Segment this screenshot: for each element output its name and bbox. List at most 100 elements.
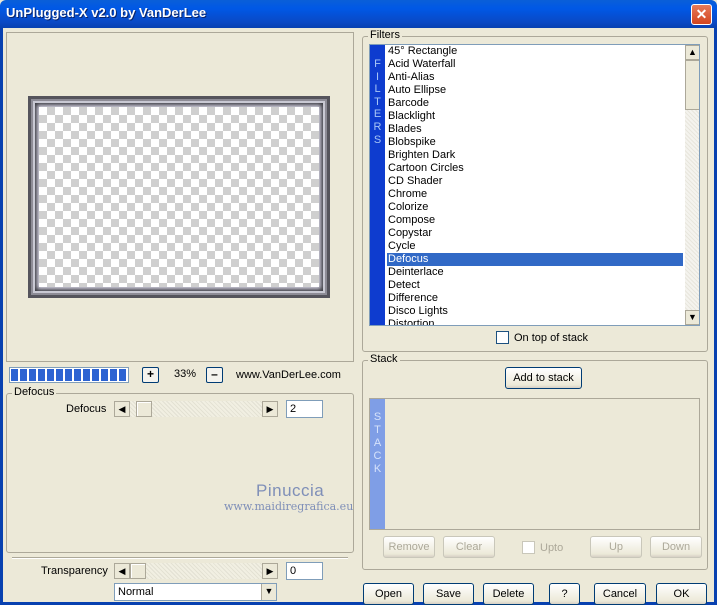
- scroll-up-button[interactable]: ▲: [685, 45, 699, 60]
- side-letter: T: [374, 95, 381, 108]
- remove-button[interactable]: Remove: [383, 536, 435, 558]
- progress-fill: [11, 369, 127, 381]
- side-letter: A: [373, 437, 382, 449]
- filter-item[interactable]: Disco Lights: [387, 305, 683, 318]
- save-button[interactable]: Save: [423, 583, 474, 605]
- filter-item[interactable]: Cycle: [387, 240, 683, 253]
- filter-item[interactable]: Brighten Dark: [387, 149, 683, 162]
- slider-thumb[interactable]: [130, 563, 146, 579]
- blend-mode-select[interactable]: Normal ▼: [114, 583, 277, 601]
- filter-item[interactable]: Detect: [387, 279, 683, 292]
- filter-item[interactable]: Defocus: [387, 253, 683, 266]
- delete-button[interactable]: Delete: [483, 583, 534, 605]
- arrow-right-icon: ▶: [266, 566, 274, 576]
- separator: [12, 557, 348, 559]
- preview-image[interactable]: [28, 96, 330, 298]
- filter-item[interactable]: CD Shader: [387, 175, 683, 188]
- filter-item[interactable]: Chrome: [387, 188, 683, 201]
- filters-items[interactable]: 45° Rectangle Acid Waterfall Anti-Alias Aut…: [387, 45, 683, 325]
- slider-thumb[interactable]: [136, 401, 152, 417]
- filter-item[interactable]: Copystar: [387, 227, 683, 240]
- on-top-of-stack-checkbox[interactable]: [496, 331, 509, 344]
- side-letter: L: [374, 83, 381, 96]
- defocus-slider[interactable]: ◀ ▶: [114, 401, 278, 417]
- filter-item[interactable]: Difference: [387, 292, 683, 305]
- minus-icon: –: [211, 367, 218, 381]
- window-title: UnPlugged-X v2.0 by VanDerLee: [6, 5, 207, 20]
- side-letter: S: [373, 133, 382, 146]
- filter-item[interactable]: Cartoon Circles: [387, 162, 683, 175]
- dropdown-arrow[interactable]: ▼: [261, 584, 276, 600]
- watermark-url: www.maidiregrafica.eu: [224, 500, 354, 513]
- filter-item[interactable]: 45° Rectangle: [387, 45, 683, 58]
- filter-item[interactable]: Acid Waterfall: [387, 58, 683, 71]
- stack-group-label: Stack: [368, 353, 400, 365]
- plus-icon: +: [146, 367, 154, 381]
- side-letter: F: [374, 58, 381, 70]
- zoom-level: 33%: [173, 368, 197, 380]
- side-letter: C: [373, 450, 382, 462]
- filters-list[interactable]: FILTERS 45° Rectangle Acid Waterfall Anti-…: [369, 44, 700, 326]
- progress-bar: [9, 367, 129, 383]
- close-icon: ✕: [695, 6, 708, 22]
- zoom-in-button[interactable]: +: [142, 367, 159, 383]
- filter-item[interactable]: Auto Ellipse: [387, 84, 683, 97]
- filters-group-label: Filters: [368, 29, 402, 41]
- arrow-down-icon: ▼: [688, 312, 697, 322]
- zoom-out-button[interactable]: –: [206, 367, 223, 383]
- filters-scrollbar[interactable]: ▲ ▼: [685, 45, 699, 325]
- up-button[interactable]: Up: [590, 536, 642, 558]
- arrow-left-icon: ◀: [118, 566, 126, 576]
- arrow-up-icon: ▲: [688, 47, 697, 57]
- website-link[interactable]: www.VanDerLee.com: [236, 369, 341, 381]
- stack-list[interactable]: STACK: [369, 398, 700, 530]
- slider-right-arrow[interactable]: ▶: [262, 401, 278, 417]
- filter-item[interactable]: Distortion: [387, 318, 683, 325]
- transparency-slider[interactable]: ◀ ▶: [114, 563, 278, 579]
- side-letter: R: [373, 120, 382, 133]
- side-letter: S: [373, 411, 382, 423]
- title-bar[interactable]: UnPlugged-X v2.0 by VanDerLee ✕: [0, 0, 717, 28]
- side-letter: T: [374, 424, 381, 436]
- defocus-group-label: Defocus: [12, 386, 57, 398]
- scroll-down-button[interactable]: ▼: [685, 310, 699, 325]
- transparency-value-field[interactable]: 0: [286, 562, 323, 580]
- watermark-name: Pinuccia: [256, 481, 325, 500]
- transparency-label: Transparency: [41, 565, 108, 577]
- on-top-of-stack-label: On top of stack: [514, 332, 588, 344]
- add-to-stack-button[interactable]: Add to stack: [505, 367, 582, 389]
- transparent-checkerboard: [39, 107, 319, 287]
- blend-mode-value: Normal: [118, 586, 154, 598]
- defocus-value-field[interactable]: 2: [286, 400, 323, 418]
- arrow-right-icon: ▶: [266, 404, 274, 414]
- clear-button[interactable]: Clear: [443, 536, 495, 558]
- filters-side-banner: FILTERS: [370, 45, 385, 325]
- side-letter: E: [373, 108, 382, 121]
- filter-item[interactable]: Blades: [387, 123, 683, 136]
- scroll-thumb[interactable]: [685, 60, 699, 110]
- filter-item[interactable]: Deinterlace: [387, 266, 683, 279]
- upto-label: Upto: [540, 542, 564, 554]
- filter-item[interactable]: Anti-Alias: [387, 71, 683, 84]
- defocus-param-label: Defocus: [66, 403, 107, 415]
- filter-item[interactable]: Blobspike: [387, 136, 683, 149]
- slider-right-arrow[interactable]: ▶: [262, 563, 278, 579]
- close-button[interactable]: ✕: [691, 4, 712, 25]
- filter-item[interactable]: Colorize: [387, 201, 683, 214]
- stack-side-banner: STACK: [370, 399, 385, 529]
- upto-checkbox[interactable]: [522, 541, 535, 554]
- help-button[interactable]: ?: [549, 583, 580, 605]
- arrow-left-icon: ◀: [118, 404, 126, 414]
- ok-button[interactable]: OK: [656, 583, 707, 605]
- filter-item[interactable]: Compose: [387, 214, 683, 227]
- side-letter: K: [373, 463, 382, 475]
- filter-item[interactable]: Barcode: [387, 97, 683, 110]
- slider-left-arrow[interactable]: ◀: [114, 563, 130, 579]
- side-letter: I: [375, 70, 380, 83]
- slider-left-arrow[interactable]: ◀: [114, 401, 130, 417]
- chevron-down-icon: ▼: [264, 586, 274, 596]
- down-button[interactable]: Down: [650, 536, 702, 558]
- cancel-button[interactable]: Cancel: [594, 583, 646, 605]
- filter-item[interactable]: Blacklight: [387, 110, 683, 123]
- open-button[interactable]: Open: [363, 583, 414, 605]
